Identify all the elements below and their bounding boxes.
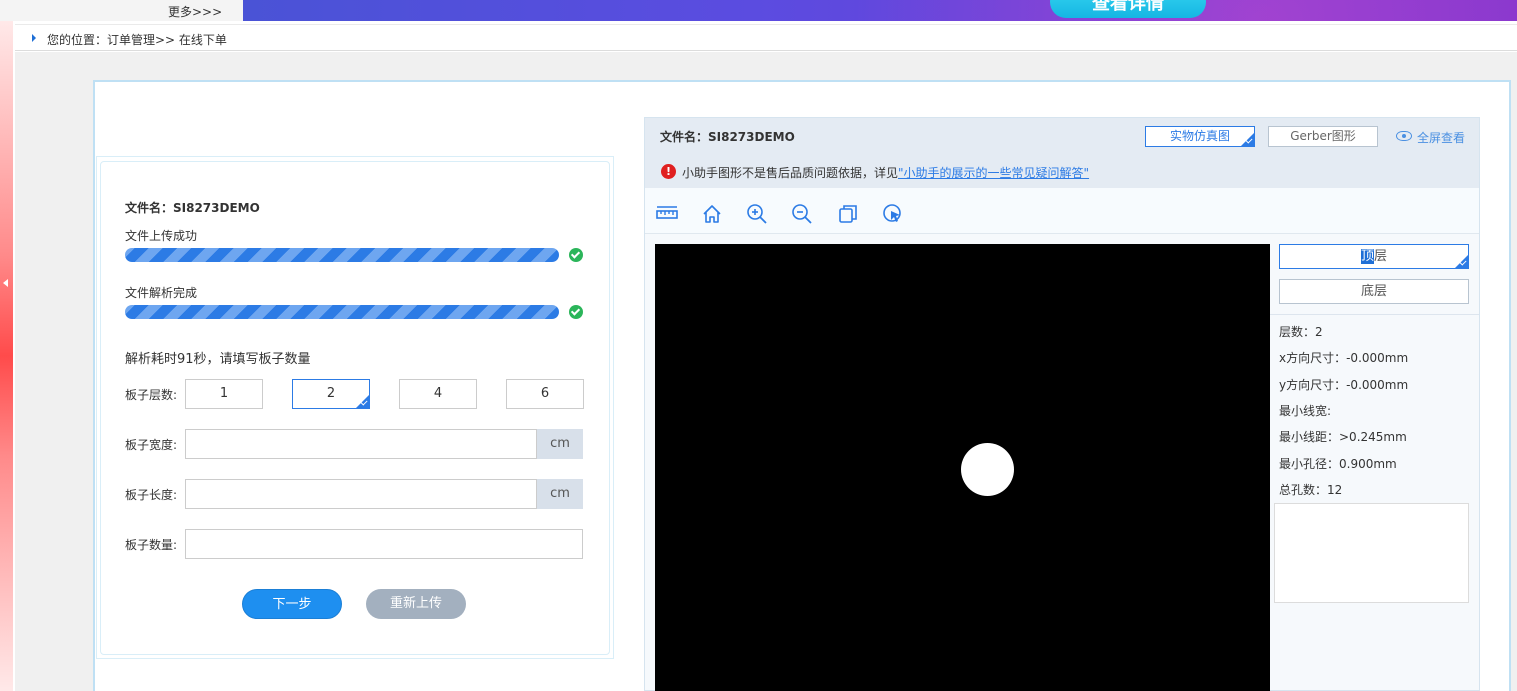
length-label: 板子长度:	[125, 488, 178, 502]
layer-top-label: 层	[1374, 249, 1388, 264]
next-step-button[interactable]: 下一步	[242, 589, 342, 619]
cursor-select-icon[interactable]	[882, 203, 904, 225]
faq-link[interactable]: "小助手的展示的一些常见疑问解答"	[898, 166, 1089, 180]
upload-success-icon	[569, 248, 583, 262]
banner-details-button[interactable]: 查看详情	[1050, 0, 1206, 18]
layer-option-6[interactable]: 6	[506, 379, 584, 409]
stat-min-width: 最小线宽:	[1279, 404, 1332, 418]
length-unit: cm	[537, 479, 583, 509]
tab-gerber[interactable]: Gerber图形	[1268, 126, 1378, 147]
length-input[interactable]	[185, 479, 537, 509]
stat-detail-box	[1274, 503, 1469, 603]
banner-decoration	[243, 0, 1517, 21]
zoom-out-icon[interactable]	[791, 203, 813, 225]
viewer-toolbar	[645, 188, 1479, 234]
home-icon[interactable]	[701, 203, 723, 225]
parse-note: 解析耗时91秒，请填写板子数量	[125, 352, 311, 367]
layer-option-2[interactable]: 2	[292, 379, 370, 409]
eye-icon[interactable]	[1396, 131, 1412, 141]
layer-option-4[interactable]: 4	[399, 379, 477, 409]
viewer-file-name: 文件名：SI8273DEMO	[660, 130, 795, 144]
parse-progress-bar	[125, 305, 559, 319]
stat-min-hole: 最小孔径：0.900mm	[1279, 457, 1397, 471]
fullscreen-link[interactable]: 全屏查看	[1417, 129, 1465, 146]
side-collapse-tab[interactable]	[0, 21, 13, 691]
stat-x-size: x方向尺寸：-0.000mm	[1279, 351, 1409, 365]
layer-bottom-button[interactable]: 底层	[1279, 279, 1469, 304]
tab-real-render[interactable]: 实物仿真图	[1145, 126, 1255, 147]
stat-min-spacing: 最小线距：>0.245mm	[1279, 430, 1407, 444]
layer-top-button[interactable]: 顶层	[1279, 244, 1469, 269]
width-unit: cm	[537, 429, 583, 459]
quantity-input[interactable]	[185, 529, 583, 559]
layer-option-1[interactable]: 1	[185, 379, 263, 409]
warning-text: 小助手图形不是售后品质问题依据，详见"小助手的展示的一些常见疑问解答"	[682, 164, 1089, 181]
promo-banner[interactable]: 查看详情	[243, 0, 1517, 21]
upload-progress-bar	[125, 248, 559, 262]
layer-option-2-label: 2	[326, 386, 336, 401]
tab-real-render-label: 实物仿真图	[1169, 129, 1230, 143]
width-input[interactable]	[185, 429, 537, 459]
breadcrumb-arrow-icon	[32, 34, 36, 42]
quantity-label: 板子数量:	[125, 538, 178, 552]
selected-check-icon	[1241, 133, 1254, 146]
file-name: 文件名：SI8273DEMO	[125, 201, 260, 215]
stat-layers: 层数：2	[1279, 325, 1323, 339]
stat-y-size: y方向尺寸：-0.000mm	[1279, 378, 1409, 392]
zoom-in-icon[interactable]	[746, 203, 768, 225]
breadcrumb-text: 您的位置：订单管理>> 在线下单	[47, 33, 227, 47]
ruler-icon[interactable]	[656, 203, 678, 225]
stat-total-holes: 总孔数：12	[1279, 483, 1343, 497]
parse-success-icon	[569, 305, 583, 319]
collapse-arrow-icon	[3, 279, 8, 287]
selected-check-icon	[1455, 255, 1468, 268]
layers-label: 板子层数:	[125, 388, 178, 402]
selected-check-icon	[356, 395, 369, 408]
more-link[interactable]: 更多>>>	[168, 3, 222, 20]
width-label: 板子宽度:	[125, 438, 178, 452]
side-divider	[1270, 314, 1479, 315]
upload-status-label: 文件上传成功	[125, 229, 198, 243]
copy-icon[interactable]	[837, 203, 859, 225]
warning-icon: !	[661, 164, 676, 179]
pcb-pad	[961, 443, 1014, 496]
breadcrumb: 您的位置：订单管理>> 在线下单	[15, 24, 1517, 51]
layer-top-label-highlight: 顶	[1360, 249, 1374, 264]
warning-message: 小助手图形不是售后品质问题依据，详见	[682, 166, 899, 180]
reupload-button[interactable]: 重新上传	[366, 589, 466, 619]
parse-status-label: 文件解析完成	[125, 286, 198, 300]
